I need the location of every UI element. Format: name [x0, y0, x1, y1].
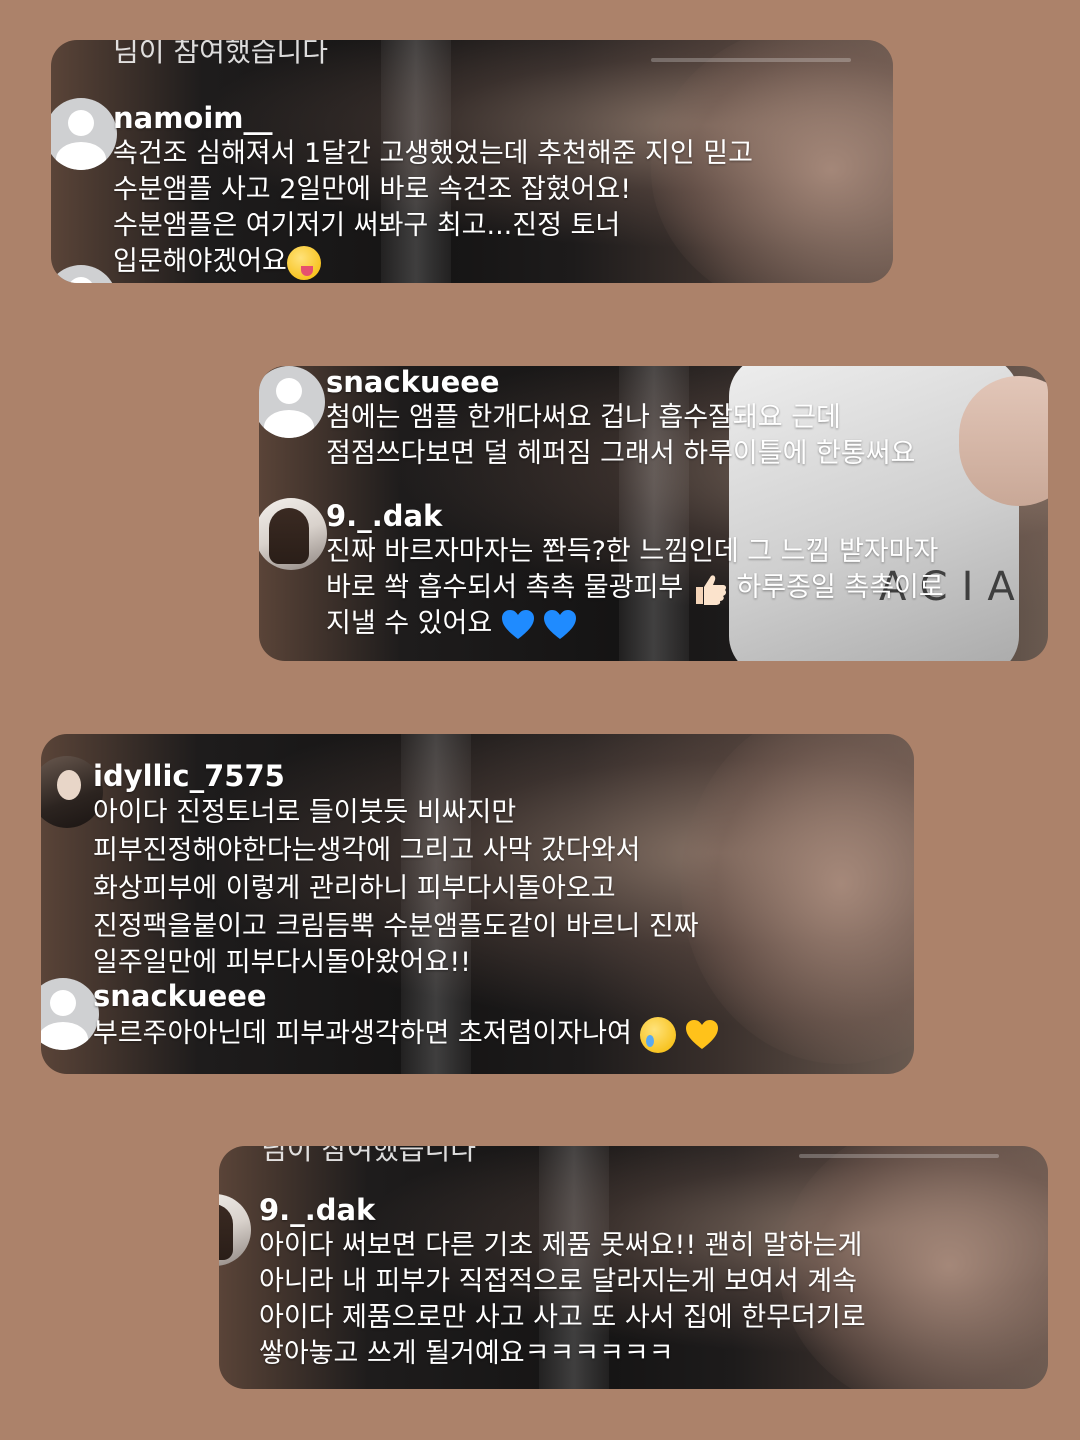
avatar-body-icon [56, 142, 106, 170]
comment-line: 아이다 써보면 다른 기초 제품 못써요!! 괜히 말하는게 [259, 1230, 863, 1261]
comment-line-with-emoji: 지낼 수 있어요 [326, 606, 944, 642]
background-bar [651, 58, 851, 62]
comment-card-3: idyllic_7575 아이다 진정토너로 들이붓듯 비싸지만 피부진정해야한… [41, 734, 914, 1074]
crying-face-icon [640, 1016, 677, 1053]
comment-username[interactable]: snackueee [93, 978, 719, 1014]
join-notice-clipped: 님이 참여했습니다 [261, 1146, 476, 1166]
comment: snackueee 첨에는 앰플 한개다써요 겁나 흡수잘돼요 근데 점점쓰다보… [326, 366, 915, 472]
avatar[interactable] [51, 98, 117, 170]
comment-line: 아이다 진정토너로 들이붓듯 비싸지만 [93, 797, 517, 828]
comment-line: 수분앰플 사고 2일만에 바로 속건조 잡혔어요! [113, 174, 632, 205]
blue-heart-icon [544, 609, 577, 639]
comment-line: 첨에는 앰플 한개다써요 겁나 흡수잘돼요 근데 [326, 402, 841, 433]
avatar-head-icon [68, 277, 94, 283]
avatar-photo-person [269, 508, 309, 564]
comment: 9._.dak 진짜 바르자마자는 쫜득?한 느낌인데 그 느낌 받자마자 바로… [326, 498, 944, 642]
comment-card-1: 님이 참여했습니다 namoim__ 속건조 심해져서 1달간 고생했었는데 추… [51, 40, 893, 283]
avatar-photo-person [219, 1204, 233, 1260]
comment: idyllic_7575 아이다 진정토너로 들이붓듯 비싸지만 피부진정해야한… [93, 758, 699, 980]
comment-line: 아니라 내 피부가 직접적으로 달라지는게 보여서 계속 [259, 1266, 857, 1297]
avatar-photo-person [57, 770, 81, 800]
comment-line: 수분앰플은 여기저기 써봐구 최고...진정 토너 [113, 210, 621, 241]
comment-line: 화상피부에 이렇게 관리하니 피부다시돌아오고 [93, 873, 616, 904]
avatar[interactable] [259, 366, 325, 438]
join-notice-clipped: 님이 참여했습니다 [113, 40, 328, 68]
yellow-heart-icon [686, 1019, 718, 1049]
avatar-head-icon [68, 110, 94, 136]
avatar-head-icon [50, 990, 76, 1016]
comment-line-with-emoji: 바로 쏵 흡수되서 촉촉 물광피부 하루종일 촉촉이로 [326, 570, 944, 606]
comment-username[interactable]: snackueee [326, 366, 915, 400]
comment-username[interactable]: namoim__ [113, 100, 753, 136]
avatar-partial[interactable] [51, 265, 117, 283]
comment-line: 점점쓰다보면 덜 헤퍼짐 그래서 하루이틀에 한통써요 [326, 438, 916, 469]
comment-line: 진정팩을붙이고 크림듬뿍 수분앰플도같이 바르니 진짜 [93, 911, 699, 942]
comment-line-text: 바로 쏵 흡수되서 촉촉 물광피부 [326, 572, 684, 603]
comment-line: 쌓아놓고 쓰게 될거예요ㅋㅋㅋㅋㅋㅋ [259, 1338, 674, 1369]
comment-line-text: 하루종일 촉촉이로 [736, 572, 944, 603]
comment-line: 아이다 제품으로만 사고 사고 또 사서 집에 한무더기로 [259, 1302, 866, 1333]
comment: 9._.dak 아이다 써보면 다른 기초 제품 못써요!! 괜히 말하는게 아… [259, 1192, 866, 1372]
face-with-tongue-icon [286, 245, 321, 280]
avatar-body-icon [41, 1022, 88, 1050]
background-bar [799, 1154, 999, 1158]
comment-card-4: 님이 참여했습니다 9._.dak 아이다 써보면 다른 기초 제품 못써요!!… [219, 1146, 1048, 1389]
blue-heart-icon [501, 609, 534, 639]
comment-line-with-emoji: 입문해야겠어요 [113, 244, 753, 280]
comment-line-text: 부르주아아닌데 피부과생각하면 초저렴이자나여 [93, 1018, 632, 1049]
comment-username[interactable]: 9._.dak [326, 498, 944, 534]
comment-username[interactable]: 9._.dak [259, 1192, 866, 1228]
comment-line-with-emoji: 부르주아아닌데 피부과생각하면 초저렴이자나여 [93, 1014, 719, 1054]
avatar-photo[interactable] [259, 498, 327, 570]
avatar[interactable] [41, 978, 99, 1050]
avatar-photo[interactable] [219, 1194, 251, 1266]
avatar-head-icon [276, 378, 302, 404]
comment-card-2: ACIA snackueee 첨에는 앰플 한개다써요 겁나 흡수잘돼요 근데 … [259, 366, 1048, 661]
comment-line: 일주일만에 피부다시돌아왔어요!! [93, 947, 471, 978]
comment-line-text: 입문해야겠어요 [113, 246, 287, 277]
comment-username[interactable]: idyllic_7575 [93, 758, 699, 794]
thumbs-up-icon [695, 574, 726, 605]
avatar-body-icon [264, 410, 314, 438]
comment: namoim__ 속건조 심해져서 1달간 고생했었는데 추천해준 지인 믿고 … [113, 100, 753, 280]
comment-line: 진짜 바르자마자는 쫜득?한 느낌인데 그 느낌 받자마자 [326, 536, 939, 567]
comment: snackueee 부르주아아닌데 피부과생각하면 초저렴이자나여 [93, 978, 719, 1054]
comment-line: 피부진정해야한다는생각에 그리고 사막 갔다와서 [93, 835, 641, 866]
comment-line: 속건조 심해져서 1달간 고생했었는데 추천해준 지인 믿고 [113, 138, 753, 169]
comment-line-text: 지낼 수 있어요 [326, 608, 493, 639]
